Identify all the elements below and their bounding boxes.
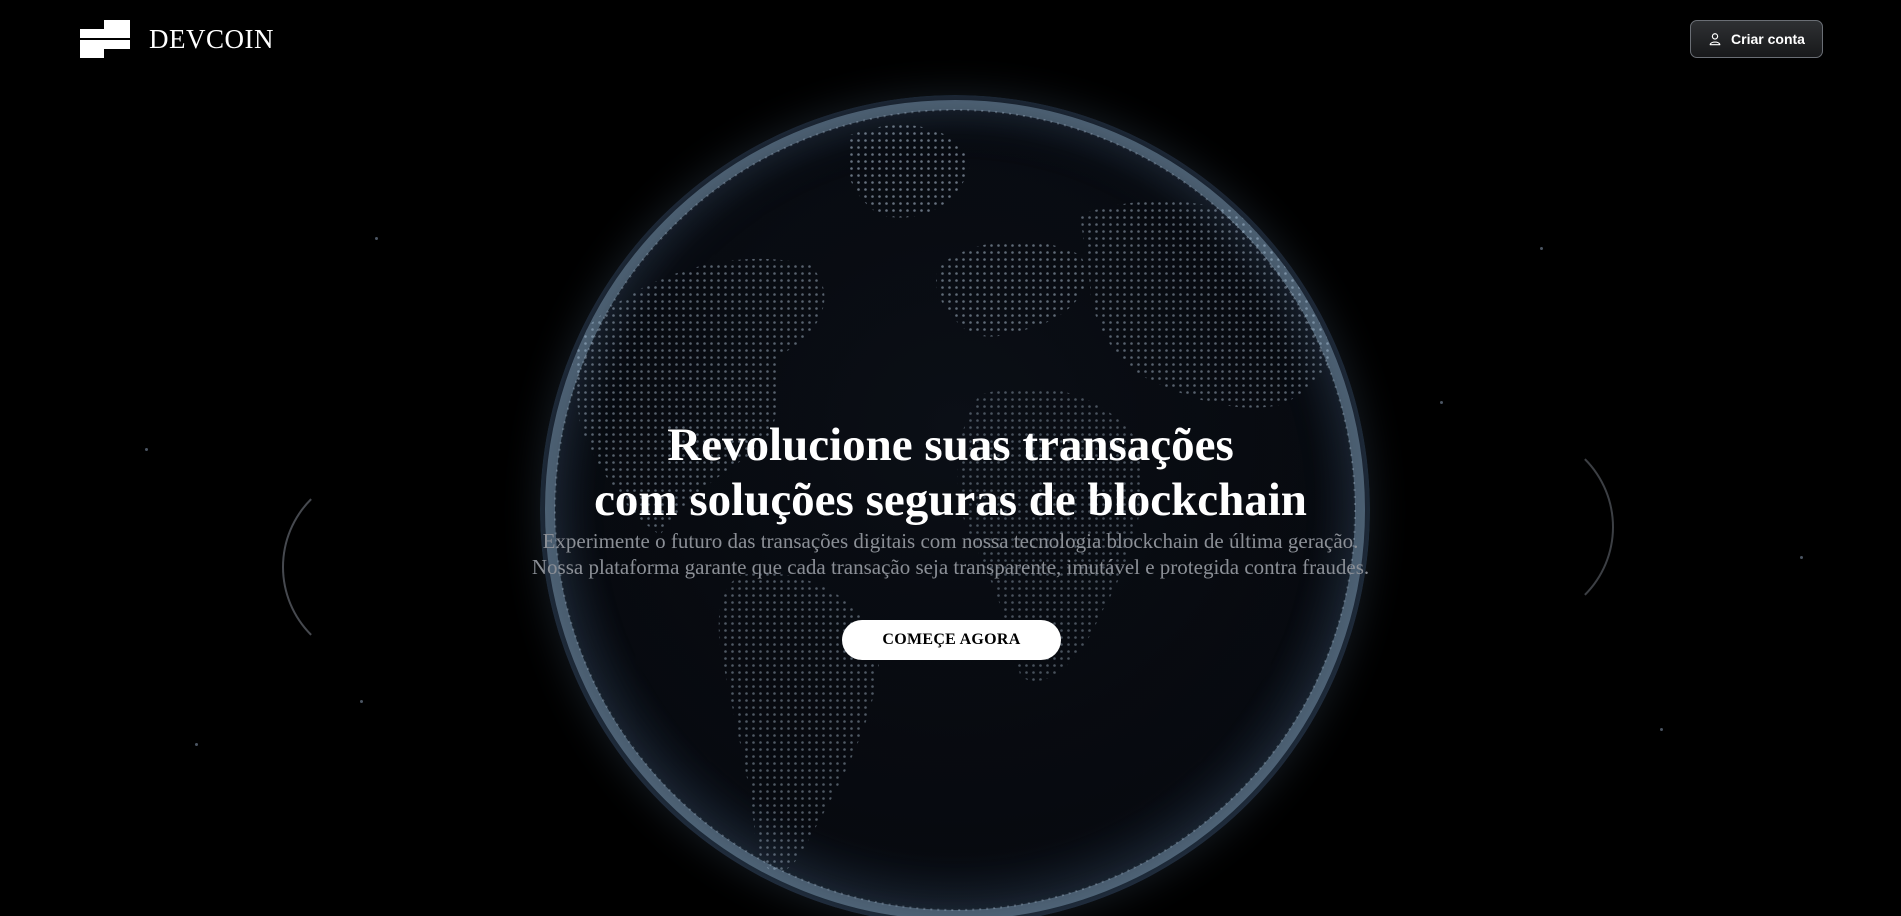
hero-title-line-1: Revolucione suas transações <box>667 419 1234 471</box>
brand-logo[interactable]: DEVCOIN <box>80 20 274 58</box>
brand-name: DEVCOIN <box>149 23 274 54</box>
continent-south-america <box>718 573 880 873</box>
hero-title-line-2: com soluções seguras de blockchain <box>594 474 1307 526</box>
star-dot <box>1540 247 1543 250</box>
hero-description: Experimente o futuro das transações digi… <box>0 528 1901 580</box>
hero-section: Revolucione suas transações com soluções… <box>0 418 1901 580</box>
user-icon <box>1709 33 1721 46</box>
hero-description-line-1: Experimente o futuro das transações digi… <box>542 529 1359 553</box>
create-account-label: Criar conta <box>1731 31 1805 47</box>
continent-greenland <box>846 125 970 218</box>
star-dot <box>1660 728 1663 731</box>
star-dot <box>360 700 363 703</box>
star-dot <box>375 237 378 240</box>
create-account-button[interactable]: Criar conta <box>1690 20 1823 58</box>
devcoin-logo-icon <box>80 20 130 58</box>
landing-page: DEVCOIN Criar conta Revolucione suas tra… <box>0 0 1901 916</box>
hero-title: Revolucione suas transações com soluções… <box>0 418 1901 528</box>
star-dot <box>195 743 198 746</box>
star-dot <box>1440 401 1443 404</box>
hero-description-line-2: Nossa plataforma garante que cada transa… <box>531 555 1370 579</box>
get-started-button[interactable]: COMEÇE AGORA <box>842 620 1061 660</box>
continent-europe <box>936 241 1087 337</box>
